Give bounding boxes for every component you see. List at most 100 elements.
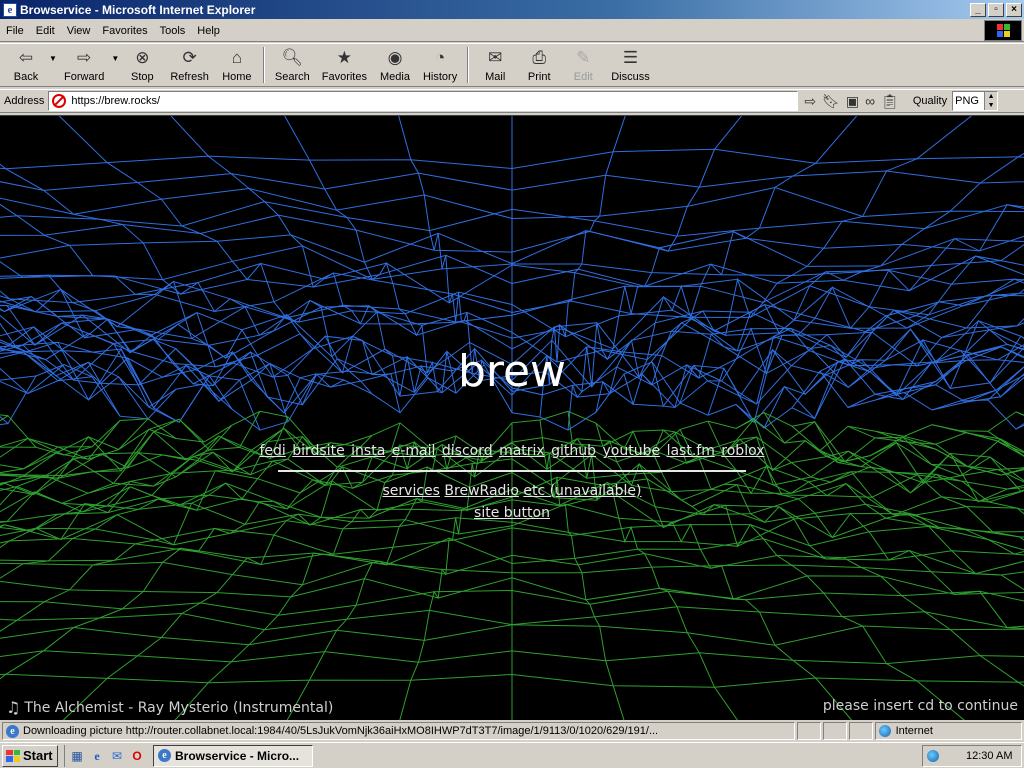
link-matrix[interactable]: matrix — [499, 443, 545, 459]
system-tray: 12:30 AM — [922, 745, 1022, 767]
discuss-button[interactable]: ☰ Discuss — [605, 44, 656, 86]
home-icon: ⌂ — [231, 48, 243, 67]
mail-button[interactable]: ✉ Mail — [473, 44, 517, 86]
printer-icon: ⎙ — [532, 48, 547, 67]
back-button[interactable]: ⇦ Back — [4, 44, 48, 86]
forward-button[interactable]: ⇨ Forward — [58, 44, 110, 86]
back-label: Back — [13, 71, 39, 83]
link-brewradio[interactable]: BrewRadio — [444, 483, 518, 499]
link-email[interactable]: e-mail — [392, 443, 436, 459]
print-label: Print — [527, 71, 551, 83]
windows-flag-icon — [6, 749, 20, 762]
history-button[interactable]: ◔ History — [417, 44, 463, 86]
media-icon: ◉ — [387, 48, 403, 67]
go-arrow-icon[interactable]: ⇨ — [804, 93, 816, 110]
link-etc[interactable]: etc (unavailable) — [523, 483, 641, 499]
opera-icon[interactable]: O — [129, 748, 145, 764]
page-viewport[interactable]: brew fedi birdsite insta e-mail discord … — [0, 115, 1024, 720]
media-label: Media — [380, 71, 410, 83]
quality-label: Quality — [912, 95, 948, 107]
network-icon[interactable] — [927, 750, 939, 762]
link-lastfm[interactable]: last.fm — [667, 443, 715, 459]
toolbar-separator — [467, 47, 470, 83]
status-bar: e Downloading picture http://router.coll… — [0, 721, 1024, 741]
refresh-button[interactable]: ⟳ Refresh — [164, 44, 215, 86]
edit-button[interactable]: ✎ Edit — [561, 44, 605, 86]
status-panel-empty — [848, 722, 873, 740]
stop-button[interactable]: ⊗ Stop — [120, 44, 164, 86]
quality-value: PNG — [955, 95, 979, 107]
search-icon: 🔍︎ — [281, 48, 304, 67]
status-panel-empty — [796, 722, 821, 740]
favorites-folder-icon: ★ — [336, 48, 352, 67]
bookmark-icon[interactable]: 🔖︎ — [822, 93, 840, 110]
link-github[interactable]: github — [551, 443, 596, 459]
menu-view[interactable]: View — [61, 25, 97, 37]
now-playing-text: The Alchemist - Ray Mysterio (Instrument… — [24, 699, 334, 716]
menu-tools[interactable]: Tools — [154, 25, 192, 37]
link-site-button[interactable]: site button — [474, 505, 550, 521]
start-button[interactable]: Start — [2, 744, 58, 767]
back-dropdown-icon[interactable]: ▼ — [48, 54, 58, 86]
restore-button[interactable]: ▫ — [988, 2, 1004, 17]
site-button-row: site button — [0, 505, 1024, 521]
link-roblox[interactable]: roblox — [721, 443, 764, 459]
binoculars-icon[interactable]: ∞ — [865, 93, 875, 109]
no-entry-icon — [52, 94, 67, 108]
edit-label: Edit — [573, 71, 593, 83]
link-birdsite[interactable]: birdsite — [292, 443, 344, 459]
media-button[interactable]: ◉ Media — [373, 44, 417, 86]
taskbar-item-browservice[interactable]: e Browservice - Micro... — [153, 744, 313, 767]
forward-dropdown-icon[interactable]: ▼ — [110, 54, 120, 86]
home-button[interactable]: ⌂ Home — [215, 44, 259, 86]
site-title: brew — [457, 346, 567, 397]
now-playing: ♫ The Alchemist - Ray Mysterio (Instrume… — [6, 698, 333, 717]
clock: 12:30 AM — [966, 750, 1013, 762]
search-label: Search — [274, 71, 310, 83]
quality-spinner-icon[interactable]: ▲ ▼ — [984, 92, 998, 110]
link-fedi[interactable]: fedi — [259, 443, 285, 459]
link-services[interactable]: services — [383, 483, 440, 499]
history-label: History — [422, 71, 458, 83]
mail-icon: ✉ — [488, 48, 503, 67]
start-label: Start — [23, 748, 53, 763]
minimize-button[interactable]: _ — [970, 2, 986, 17]
link-youtube[interactable]: youtube — [603, 443, 661, 459]
windows-logo-icon — [984, 20, 1022, 41]
close-button[interactable]: × — [1006, 2, 1022, 17]
zone-text: Internet — [895, 725, 933, 737]
ie-app-icon[interactable]: e — [3, 2, 17, 17]
stop-label: Stop — [131, 71, 154, 83]
zone-panel: Internet — [874, 722, 1022, 740]
link-discord[interactable]: discord — [442, 443, 493, 459]
status-panel-empty — [822, 722, 847, 740]
print-button[interactable]: ⎙ Print — [517, 44, 561, 86]
edit-page-icon: ✎ — [576, 48, 591, 67]
divider — [278, 470, 746, 472]
address-input[interactable]: https://brew.rocks/ — [48, 91, 799, 111]
find-icon[interactable]: ▣ — [846, 93, 859, 110]
link-insta[interactable]: insta — [351, 443, 385, 459]
ie-task-icon: e — [158, 749, 171, 762]
show-desktop-icon[interactable]: ▦ — [69, 748, 85, 764]
status-text-panel: e Downloading picture http://router.coll… — [2, 722, 795, 740]
quality-select[interactable]: PNG ▲ ▼ — [952, 91, 999, 111]
forward-arrow-icon: ⇨ — [77, 48, 92, 67]
menu-edit[interactable]: Edit — [30, 25, 61, 37]
task-label: Browservice - Micro... — [175, 748, 300, 763]
address-bar: Address https://brew.rocks/ ⇨ 🔖︎ ▣ ∞ 📋︎ … — [0, 89, 1024, 113]
menu-help[interactable]: Help — [191, 25, 226, 37]
ie-launch-icon[interactable]: e — [89, 748, 105, 764]
menu-favorites[interactable]: Favorites — [96, 25, 153, 37]
favorites-button[interactable]: ★ Favorites — [316, 44, 373, 86]
clipboard-icon[interactable]: 📋︎ — [881, 93, 899, 110]
quick-launch: ▦ e ✉ O — [64, 744, 145, 767]
menu-file[interactable]: File — [0, 25, 30, 37]
secondary-links: services BrewRadio etc (unavailable) — [0, 483, 1024, 499]
title-bar: e Browservice - Microsoft Internet Explo… — [0, 0, 1024, 19]
search-button[interactable]: 🔍︎ Search — [269, 44, 316, 86]
standard-toolbar: ⇦ Back ▼ ⇨ Forward ▼ ⊗ Stop ⟳ Refresh ⌂ … — [0, 43, 1024, 87]
outlook-express-icon[interactable]: ✉ — [109, 748, 125, 764]
wireframe-terrain — [0, 116, 1024, 720]
address-url[interactable]: https://brew.rocks/ — [71, 95, 160, 107]
